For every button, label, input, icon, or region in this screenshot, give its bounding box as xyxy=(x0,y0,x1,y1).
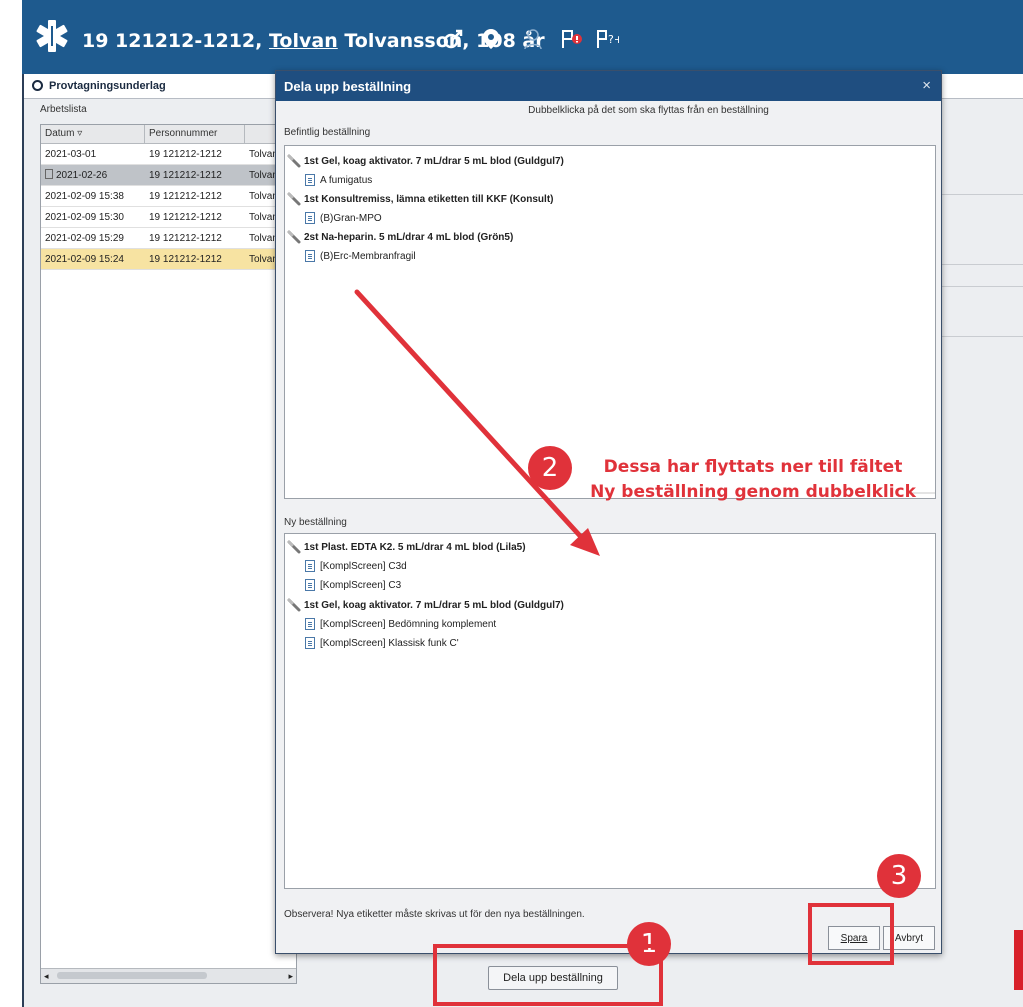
existing-order-list[interactable]: 1st Gel, koag aktivator. 7 mL/drar 5 mL … xyxy=(284,145,936,499)
document-icon xyxy=(305,560,315,572)
medical-star-icon xyxy=(36,20,68,52)
scroll-right-icon[interactable]: ▸ xyxy=(288,971,293,982)
annotation-highlight-save-button xyxy=(808,903,894,965)
male-icon xyxy=(440,26,466,52)
existing-order-label: Befintlig beställning xyxy=(284,127,371,138)
document-icon xyxy=(305,174,315,186)
column-header-datum[interactable]: Datum ▿ xyxy=(41,125,145,143)
gear-icon xyxy=(32,80,43,91)
dialog-note: Observera! Nya etiketter måste skrivas u… xyxy=(284,909,585,920)
location-pin-icon[interactable] xyxy=(478,26,504,52)
document-icon xyxy=(45,169,53,179)
svg-text:?+: ?+ xyxy=(608,33,619,46)
dialog-title-bar: Dela upp beställning × xyxy=(276,71,941,101)
red-edge-decoration xyxy=(1014,930,1023,990)
horizontal-scrollbar[interactable]: ◂ ▸ xyxy=(41,968,296,983)
table-row[interactable]: 2021-02-09 15:24 19 121212-1212 Tolvan xyxy=(41,249,296,270)
divider xyxy=(939,194,1023,195)
list-item[interactable]: 1st Gel, koag aktivator. 7 mL/drar 5 mL … xyxy=(287,598,564,612)
divider xyxy=(939,336,1023,337)
split-order-dialog: Dela upp beställning × Dubbelklicka på d… xyxy=(275,70,942,954)
worklist-table[interactable]: Datum ▿ Personnummer 2021-03-01 19 12121… xyxy=(40,124,297,984)
personnummer: 19 121212-1212, xyxy=(82,30,263,52)
flag-alert-icon[interactable] xyxy=(559,26,585,52)
list-item[interactable]: 1st Plast. EDTA K2. 5 mL/drar 4 mL blod … xyxy=(287,540,526,554)
new-order-list[interactable]: 1st Plast. EDTA K2. 5 mL/drar 4 mL blod … xyxy=(284,533,936,889)
dialog-title: Dela upp beställning xyxy=(284,78,412,94)
list-item[interactable]: [KomplScreen] Bedömning komplement xyxy=(305,618,496,630)
new-order-label: Ny beställning xyxy=(284,517,347,528)
list-item[interactable]: 1st Konsultremiss, lämna etiketten till … xyxy=(287,192,553,206)
close-icon[interactable]: × xyxy=(922,77,931,94)
table-row[interactable]: 2021-02-09 15:30 19 121212-1212 Tolvan xyxy=(41,207,296,228)
list-item[interactable]: (B)Erc-Membranfragil xyxy=(305,250,416,262)
list-item[interactable]: 2st Na-heparin. 5 mL/drar 4 mL blod (Grö… xyxy=(287,230,513,244)
divider xyxy=(939,286,1023,287)
list-item[interactable]: (B)Gran-MPO xyxy=(305,212,382,224)
table-row[interactable]: 2021-02-09 15:38 19 121212-1212 Tolvan xyxy=(41,186,296,207)
table-header: Datum ▿ Personnummer xyxy=(41,125,296,144)
list-item[interactable]: [KomplScreen] C3d xyxy=(305,560,407,572)
annotation-badge-2: 2 xyxy=(528,446,572,490)
annotation-badge-3: 3 xyxy=(877,854,921,898)
table-row[interactable]: 2021-02-26 19 121212-1212 Tolvan xyxy=(41,165,296,186)
scroll-left-icon[interactable]: ◂ xyxy=(44,971,49,982)
annotation-text: Dessa har flyttats ner till fältet Ny be… xyxy=(590,457,916,502)
person-icon[interactable] xyxy=(520,26,546,52)
patient-first-name[interactable]: Tolvan xyxy=(269,30,338,52)
test-tube-icon xyxy=(287,540,301,554)
annotation-highlight-split-button xyxy=(433,944,663,1006)
dialog-instruction: Dubbelklicka på det som ska flyttas från… xyxy=(528,105,769,116)
list-item[interactable]: 1st Gel, koag aktivator. 7 mL/drar 5 mL … xyxy=(287,154,564,168)
flag-question-icon[interactable]: ?+ xyxy=(594,26,620,52)
document-icon xyxy=(305,618,315,630)
document-icon xyxy=(305,637,315,649)
scrollbar-thumb[interactable] xyxy=(57,972,207,979)
list-item[interactable]: A fumigatus xyxy=(305,174,372,186)
divider xyxy=(939,264,1023,265)
document-icon xyxy=(305,579,315,591)
test-tube-icon xyxy=(287,598,301,612)
test-tube-icon xyxy=(287,192,301,206)
patient-id: 19 121212-1212, Tolvan Tolvansson, 108 å… xyxy=(82,30,545,52)
document-icon xyxy=(305,250,315,262)
table-row[interactable]: 2021-02-09 15:29 19 121212-1212 Tolvan xyxy=(41,228,296,249)
list-item[interactable]: [KomplScreen] C3 xyxy=(305,579,401,591)
test-tube-icon xyxy=(287,154,301,168)
table-row[interactable]: 2021-03-01 19 121212-1212 Tolvan xyxy=(41,144,296,165)
patient-banner: 19 121212-1212, Tolvan Tolvansson, 108 å… xyxy=(22,0,1023,74)
worklist-label: Arbetslista xyxy=(40,104,87,115)
tab-provtagningsunderlag[interactable]: Provtagningsunderlag xyxy=(32,80,166,92)
list-item[interactable]: [KomplScreen] Klassisk funk C' xyxy=(305,637,459,649)
column-header-personnummer[interactable]: Personnummer xyxy=(145,125,245,143)
document-icon xyxy=(305,212,315,224)
test-tube-icon xyxy=(287,230,301,244)
